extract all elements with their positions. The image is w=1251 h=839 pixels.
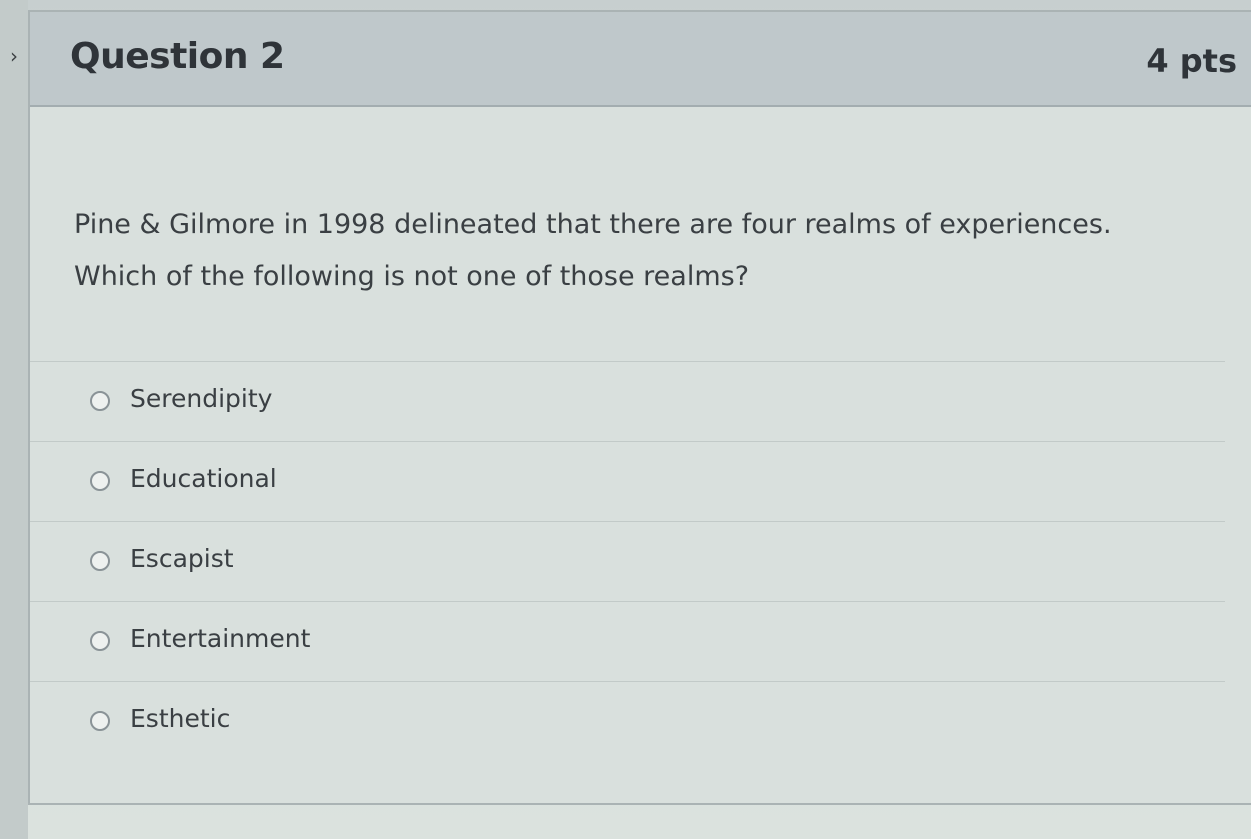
answer-label[interactable]: Serendipity bbox=[130, 384, 272, 413]
question-text: Pine & Gilmore in 1998 delineated that t… bbox=[74, 209, 1112, 292]
radio-unselected-icon[interactable] bbox=[90, 391, 110, 411]
answer-option[interactable]: Esthetic bbox=[30, 681, 1225, 761]
answer-label[interactable]: Esthetic bbox=[130, 704, 230, 733]
answer-list: Serendipity Educational Escapist Enterta… bbox=[30, 361, 1225, 761]
answer-label[interactable]: Educational bbox=[130, 464, 277, 493]
answer-label[interactable]: Entertainment bbox=[130, 624, 310, 653]
left-gutter: › bbox=[0, 0, 28, 839]
question-points: 4 pts bbox=[1146, 42, 1237, 80]
answer-option[interactable]: Escapist bbox=[30, 521, 1225, 601]
radio-unselected-icon[interactable] bbox=[90, 471, 110, 491]
radio-unselected-icon[interactable] bbox=[90, 711, 110, 731]
radio-unselected-icon[interactable] bbox=[90, 631, 110, 651]
question-title: Question 2 bbox=[70, 36, 285, 77]
answer-option[interactable]: Serendipity bbox=[30, 361, 1225, 441]
chevron-right-icon[interactable]: › bbox=[2, 44, 26, 68]
answer-option[interactable]: Entertainment bbox=[30, 601, 1225, 681]
answer-option[interactable]: Educational bbox=[30, 441, 1225, 521]
question-card: Question 2 4 pts Pine & Gilmore in 1998 … bbox=[28, 10, 1251, 805]
question-header: Question 2 4 pts bbox=[30, 12, 1251, 107]
answer-label[interactable]: Escapist bbox=[130, 544, 234, 573]
radio-unselected-icon[interactable] bbox=[90, 551, 110, 571]
